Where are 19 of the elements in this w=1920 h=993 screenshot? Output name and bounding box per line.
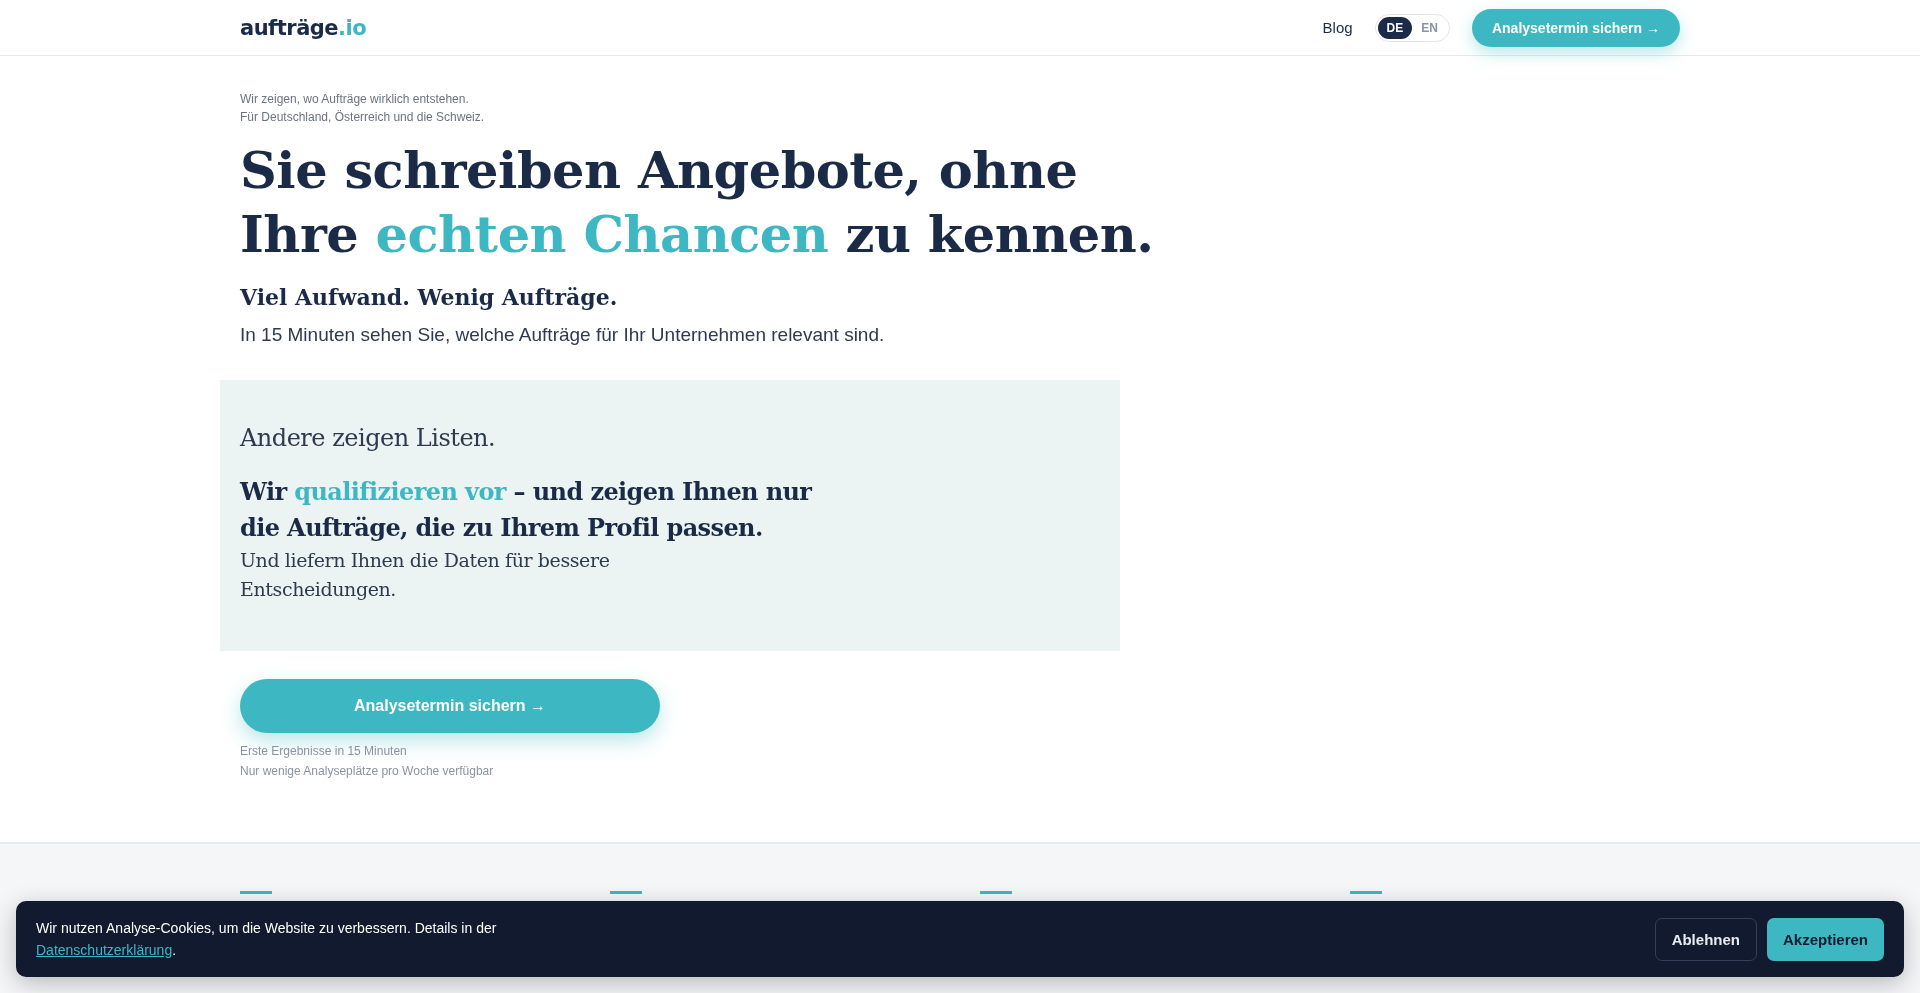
panel-statement: Wir qualifizieren vor – und zeigen Ihnen nur die Aufträge, die zu Ihrem Profil passen. <box>240 476 813 544</box>
language-option[interactable]: DE <box>1377 16 1413 39</box>
accent-line <box>980 891 1012 894</box>
accent-line <box>1350 891 1382 894</box>
accent-line <box>610 891 642 894</box>
cookie-notice: Wir nutzen Analyse-Cookies, um die Website zu verbessern. Details in der Datenschutzerklärung. <box>36 919 498 960</box>
tagline: Wir zeigen, wo Aufträge wirklich entstehen. Für Deutschland, Österreich und die Schweiz. <box>240 91 486 126</box>
cta-note: Nur wenige Analyseplätze pro Woche verfügbar <box>240 763 495 780</box>
panel-detail: Und liefern Ihnen die Daten für bessere Entscheidungen. <box>240 548 611 602</box>
headline: Sie schreiben Angebote, ohne Ihre echten Chancen zu kennen. <box>240 139 1155 266</box>
accent-line <box>240 891 272 894</box>
subheadline: Viel Aufwand. Wenig Aufträge. <box>240 283 619 312</box>
lead-text: In 15 Minuten sehen Sie, welche Aufträge für Ihr Unternehmen relevant sind. <box>240 324 886 346</box>
accept-button[interactable]: Akzeptieren <box>1766 917 1884 961</box>
decline-button[interactable]: Ablehnen <box>1654 917 1757 961</box>
cta-note: Erste Ergebnisse in 15 Minuten <box>240 743 408 760</box>
panel-intro: Andere zeigen Listen. <box>240 424 497 452</box>
nav-link[interactable]: Blog <box>1322 19 1353 36</box>
logo[interactable]: aufträge.io <box>240 15 367 40</box>
